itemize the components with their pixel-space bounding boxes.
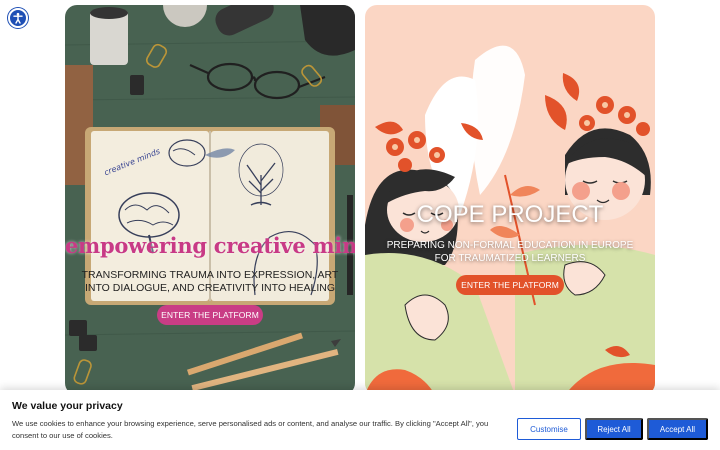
card-subtitle: TRANSFORMING TRAUMA INTO EXPRESSION, ART… [81, 269, 339, 294]
accept-all-button[interactable]: Accept All [647, 418, 708, 440]
accessibility-icon [13, 12, 23, 24]
cookie-text: We use cookies to enhance your browsing … [12, 419, 489, 440]
cookie-title: We value your privacy [12, 400, 123, 412]
enter-platform-button[interactable]: ENTER THE PLATFORM [157, 305, 263, 325]
cope-illustration [365, 5, 655, 395]
card-title: empowering creative mind [65, 233, 355, 258]
accessibility-button[interactable] [8, 8, 28, 28]
card-creative-mind[interactable]: creative minds empowering creative mind … [65, 5, 355, 395]
card-title: COPE PROJECT [416, 201, 604, 228]
reject-all-button[interactable]: Reject All [585, 418, 643, 440]
card-subtitle: PREPARING NON-FORMAL EDUCATION IN EUROPE… [386, 240, 634, 264]
customise-button[interactable]: Customise [517, 418, 581, 440]
page: creative minds empowering creative mind … [0, 0, 720, 450]
enter-platform-button[interactable]: ENTER THE PLATFORM [456, 275, 564, 295]
card-cope-project[interactable]: COPE PROJECT PREPARING NON-FORMAL EDUCAT… [365, 5, 655, 395]
cookie-banner: We value your privacy We use cookies to … [0, 390, 720, 450]
desk-notebook-photo: creative minds [65, 5, 355, 395]
